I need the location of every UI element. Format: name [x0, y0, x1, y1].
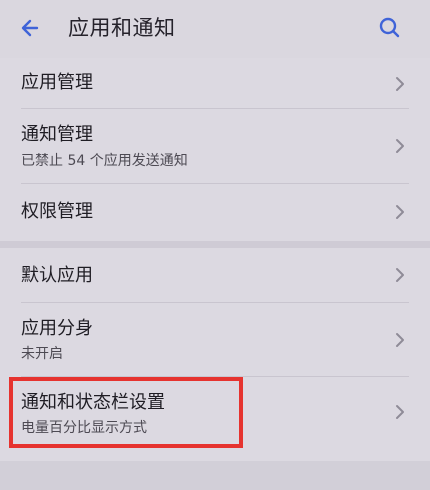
settings-row-default-apps[interactable]: 默认应用: [0, 248, 430, 302]
search-icon: [373, 13, 407, 43]
chevron-right-icon: [394, 203, 406, 221]
selection-highlight-box: [9, 377, 243, 448]
chevron-right-icon: [394, 75, 406, 93]
chevron-right-icon: [394, 403, 406, 421]
settings-row-app-twin[interactable]: 应用分身 未开启: [0, 303, 430, 376]
back-button[interactable]: [14, 13, 48, 43]
page-title: 应用和通知: [68, 16, 176, 40]
settings-row-title: 应用管理: [21, 72, 93, 93]
bottom-spacer: [0, 461, 430, 490]
top-bar: 应用和通知: [0, 0, 430, 58]
search-button[interactable]: [373, 13, 407, 43]
settings-row-title: 应用分身: [21, 318, 93, 339]
settings-screen: 应用和通知 应用管理 通知管理 已禁止 54 个应用发送通知 权限管理 默认应用…: [0, 0, 430, 490]
settings-row-permission-management[interactable]: 权限管理: [0, 184, 430, 241]
back-arrow-icon: [14, 13, 48, 43]
settings-row-title: 权限管理: [21, 201, 93, 222]
chevron-right-icon: [394, 137, 406, 155]
settings-row-title: 通知管理: [21, 124, 93, 145]
settings-row-title: 默认应用: [21, 265, 93, 286]
settings-row-notification-management[interactable]: 通知管理 已禁止 54 个应用发送通知: [0, 109, 430, 183]
group-gap: [0, 241, 430, 248]
chevron-right-icon: [394, 266, 406, 284]
settings-row-subtitle: 已禁止 54 个应用发送通知: [21, 153, 188, 169]
settings-row-subtitle: 未开启: [21, 346, 63, 362]
chevron-right-icon: [394, 331, 406, 349]
settings-row-app-management[interactable]: 应用管理: [0, 58, 430, 109]
